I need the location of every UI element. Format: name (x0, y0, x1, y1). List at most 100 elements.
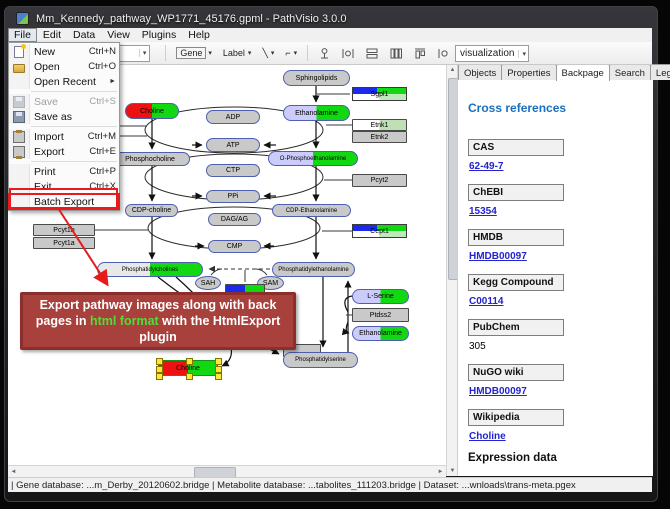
xref-link[interactable]: HMDB00097 (469, 251, 653, 262)
line-tool-icon: ╲ (262, 48, 267, 59)
menubar-item-data[interactable]: Data (67, 28, 101, 42)
node-ptdss2[interactable]: Ptdss2 (352, 308, 409, 322)
dropdown-arrow-icon[interactable]: ▾ (208, 49, 212, 57)
xref-link[interactable]: 62-49-7 (469, 161, 653, 172)
new-datanode-button[interactable]: Gene ▾ (173, 45, 215, 61)
xref-link[interactable]: HMDB00097 (469, 386, 653, 397)
selection-handle[interactable] (156, 373, 163, 380)
tab-backpage[interactable]: Backpage (556, 64, 610, 81)
selection-handle[interactable] (156, 358, 163, 365)
dropdown-arrow-icon[interactable]: ▾ (139, 49, 150, 57)
node-etnk1[interactable]: Etnk1 (352, 119, 407, 131)
menu-icon-gutter (9, 179, 30, 194)
node-cmp[interactable]: CMP (208, 240, 261, 253)
menu-item-shortcut: Ctrl+S (89, 96, 116, 107)
node-dag[interactable]: DAG/AG (208, 213, 261, 226)
xref-link[interactable]: Choline (469, 431, 653, 442)
menu-item-save-as[interactable]: Save as (9, 109, 119, 124)
tab-objects[interactable]: Objects (458, 64, 502, 80)
stack-horizontal-button[interactable] (389, 47, 403, 60)
node-l-serine[interactable]: L-Serine (352, 289, 409, 304)
node-label: PPi (228, 193, 239, 200)
menu-item-open[interactable]: OpenCtrl+O (9, 59, 119, 74)
scroll-right-icon[interactable]: ► (435, 466, 446, 477)
menubar-item-edit[interactable]: Edit (37, 28, 67, 42)
node-phosphatidylserine[interactable]: Phosphatidylserine (283, 352, 358, 368)
node-ppi[interactable]: PPi (206, 190, 260, 203)
node-pcyt1b[interactable]: Pcyt1b (33, 224, 95, 236)
xref-link[interactable]: 15354 (469, 206, 653, 217)
menu-item-save[interactable]: Save Ctrl+S (9, 94, 119, 109)
selection-handle[interactable] (186, 373, 193, 380)
xref-source-label: CAS (468, 139, 564, 156)
menu-item-label: Batch Export (34, 196, 94, 208)
align-top-button[interactable] (413, 47, 427, 60)
export-glyph (13, 146, 25, 158)
visualization-combobox[interactable]: visualization ▾ (455, 45, 529, 62)
new-label-button[interactable]: Label ▾ (219, 46, 255, 60)
distribute-horizontal-button[interactable] (341, 47, 355, 60)
connector-tool-button[interactable]: ⌐ ▾ (281, 46, 300, 60)
dropdown-arrow-icon[interactable]: ▾ (294, 49, 298, 57)
selection-handle[interactable] (215, 373, 222, 380)
selection-handle[interactable] (215, 358, 222, 365)
menubar-item-help[interactable]: Help (182, 28, 216, 42)
menu-item-label: New (34, 46, 55, 58)
node-atp[interactable]: ATP (206, 138, 260, 152)
dropdown-arrow-icon[interactable]: ▾ (248, 49, 252, 57)
node-cdp-ethanolamine[interactable]: CDP-Ethanolamine (272, 204, 351, 217)
node-pcyt1a[interactable]: Pcyt1a (33, 237, 95, 249)
node-etnk2[interactable]: Etnk2 (352, 131, 407, 143)
node-pcyt2[interactable]: Pcyt2 (352, 174, 407, 187)
menubar-item-file[interactable]: File (8, 28, 37, 42)
node-o-phosphoethanolamine[interactable]: O-Phosphoethanolamine (268, 151, 358, 166)
menu-item-new[interactable]: NewCtrl+N (9, 44, 119, 59)
scroll-left-icon[interactable]: ◄ (8, 466, 19, 477)
menu-item-label: Open Recent (34, 76, 96, 88)
node-cept1[interactable]: Cept1 (352, 224, 407, 238)
node-cdp-choline[interactable]: CDP-choline (125, 204, 178, 217)
selection-handle[interactable] (215, 366, 222, 373)
dropdown-arrow-icon[interactable]: ▾ (518, 50, 529, 58)
node-phosphatidylcholines[interactable]: Phosphatidylcholines (97, 262, 203, 277)
menu-item-exit[interactable]: ExitCtrl+X (9, 179, 119, 194)
dropdown-arrow-icon[interactable]: ▾ (271, 49, 275, 57)
node-adp[interactable]: ADP (206, 110, 260, 124)
callout-text: with the HtmlExport plugin (139, 314, 280, 344)
node-choline-selected[interactable]: Choline (158, 360, 218, 376)
menu-item-export[interactable]: ExportCtrl+E (9, 144, 119, 159)
menubar-item-plugins[interactable]: Plugins (136, 28, 182, 42)
node-label: ADP (226, 114, 240, 121)
node-choline-top[interactable]: Choline (125, 103, 179, 119)
visualization-value: visualization (460, 48, 514, 59)
tab-properties[interactable]: Properties (501, 64, 556, 80)
align-center-button[interactable] (318, 47, 331, 60)
menubar-item-view[interactable]: View (101, 28, 136, 42)
node-ctp[interactable]: CTP (206, 164, 260, 177)
canvas-horizontal-scrollbar[interactable]: ◄ ► (8, 465, 446, 477)
node-phosphocholine[interactable]: Phosphocholine (110, 152, 190, 166)
selection-handle[interactable] (186, 358, 193, 365)
align-left-button[interactable] (437, 47, 450, 60)
selection-handle[interactable] (156, 366, 163, 373)
menu-item-batch-export[interactable]: Batch Export (9, 194, 119, 209)
menu-item-label: Save as (34, 111, 72, 123)
node-sgpl1[interactable]: Sgpl1 (352, 87, 407, 101)
node-label: DAG/AG (221, 216, 248, 223)
node-phosphatidylethanolamine[interactable]: Phosphatidylethanolamine (272, 262, 355, 277)
tab-search[interactable]: Search (609, 64, 651, 80)
xref-section-cas: CAS 62-49-7 (468, 137, 653, 172)
menu-item-open-recent[interactable]: Open Recent► (9, 74, 119, 89)
line-tool-button[interactable]: ╲ ▾ (258, 46, 277, 61)
node-sphingolipids[interactable]: Sphingolipids (283, 70, 350, 86)
menu-item-print[interactable]: PrintCtrl+P (9, 164, 119, 179)
node-ethanolamine-top[interactable]: Ethanolamine (283, 105, 350, 121)
stack-vertical-button[interactable] (365, 47, 379, 60)
xref-link[interactable]: C00114 (469, 296, 653, 307)
menu-item-import[interactable]: ImportCtrl+M (9, 129, 119, 144)
node-ethanolamine-bottom[interactable]: Ethanolamine (352, 326, 409, 341)
xref-source-label: PubChem (468, 319, 564, 336)
tab-legend[interactable]: Legend (650, 64, 670, 80)
menu-item-label: Save (34, 96, 58, 108)
node-sah[interactable]: SAH (195, 276, 221, 290)
